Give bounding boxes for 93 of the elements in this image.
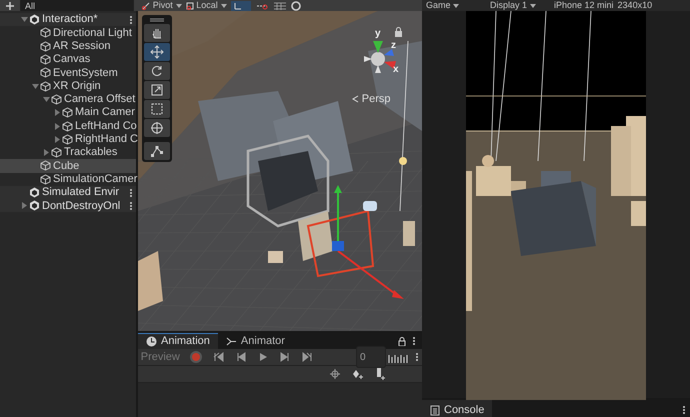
cube-icon — [51, 94, 62, 105]
expand-arrow-icon[interactable] — [31, 82, 40, 91]
add-event-icon[interactable] — [376, 368, 386, 380]
cube-icon — [51, 147, 62, 158]
cube-icon — [62, 107, 73, 118]
console-tab[interactable]: Console — [422, 400, 492, 417]
game-view-dropdown[interactable]: Game — [426, 0, 486, 11]
hierarchy-item[interactable]: AR Session — [0, 40, 136, 53]
lock-icon[interactable] — [394, 27, 403, 37]
cube-icon — [62, 120, 73, 132]
hierarchy-item[interactable]: Main Camer — [0, 106, 136, 120]
display-dropdown[interactable]: Display 1 — [490, 0, 550, 11]
grid-icon[interactable] — [272, 2, 287, 10]
panel-tab[interactable]: Animator — [218, 333, 293, 349]
tool-button[interactable] — [144, 142, 170, 160]
more-menu-icon[interactable] — [129, 201, 133, 212]
expand-arrow-icon[interactable] — [53, 122, 62, 131]
cube-icon — [40, 40, 51, 52]
perspective-icon — [352, 95, 359, 104]
tool-button[interactable] — [144, 24, 170, 42]
last-key-icon[interactable] — [300, 351, 313, 363]
cube-icon — [62, 134, 73, 145]
caret-icon — [176, 4, 182, 8]
unity-scene-icon — [29, 200, 40, 212]
rect-tool-icon — [149, 101, 165, 117]
panel-tab[interactable]: Animation — [138, 333, 218, 349]
expand-arrow-icon[interactable] — [53, 134, 62, 144]
hierarchy-item[interactable]: EventSystem — [0, 66, 136, 80]
hierarchy-item[interactable]: Cube — [0, 159, 136, 173]
cube-icon — [40, 27, 51, 38]
resolution-label: 2340x10 — [618, 0, 652, 11]
more-menu-icon[interactable] — [129, 188, 133, 198]
frame-field[interactable]: 0 — [356, 346, 386, 368]
expand-arrow-icon[interactable] — [20, 15, 29, 24]
snap-toggle-icon[interactable] — [230, 0, 251, 10]
hierarchy-item[interactable]: Canvas — [0, 52, 136, 66]
lock-icon[interactable] — [398, 336, 406, 346]
hierarchy-item[interactable]: DontDestroyOnl — [0, 199, 136, 212]
more-menu-icon[interactable] — [682, 405, 686, 415]
caret-icon — [220, 4, 227, 8]
tool-button[interactable] — [144, 119, 170, 137]
cube-icon — [40, 160, 51, 172]
hierarchy-item[interactable]: Simulated Envir — [0, 186, 136, 200]
hierarchy-item[interactable]: RightHand C — [0, 132, 136, 146]
unity-scene-icon — [29, 187, 40, 198]
more-menu-icon[interactable] — [412, 336, 416, 346]
cube-icon — [40, 174, 51, 185]
unity-scene-icon — [29, 14, 40, 26]
pivot-icon — [142, 2, 150, 10]
caret-icon — [530, 4, 536, 8]
axis-label: z — [391, 41, 396, 51]
hierarchy-item[interactable]: Directional Light — [0, 26, 136, 40]
move-icon — [149, 44, 165, 60]
expand-arrow-icon[interactable] — [20, 201, 29, 210]
tool-button[interactable] — [144, 81, 170, 99]
increment-snap-icon[interactable] — [254, 2, 269, 10]
key-filter-icon[interactable] — [330, 369, 340, 379]
scale-icon — [149, 82, 165, 98]
hierarchy-item[interactable]: LeftHand Co — [0, 119, 136, 133]
expand-arrow-icon[interactable] — [42, 94, 51, 104]
hierarchy-item[interactable]: Trackables — [0, 146, 136, 160]
animator-icon — [226, 336, 237, 346]
first-key-icon[interactable] — [212, 351, 225, 363]
clock-icon — [146, 336, 157, 347]
add-keyframe-icon[interactable] — [352, 369, 364, 379]
more-menu-icon[interactable] — [129, 15, 133, 25]
expand-arrow-icon[interactable] — [53, 108, 62, 118]
console-icon — [430, 404, 440, 416]
hierarchy-item[interactable]: SimulationCamer — [0, 172, 136, 186]
next-key-icon[interactable] — [278, 351, 291, 363]
cube-icon — [40, 67, 51, 78]
expand-arrow-icon[interactable] — [42, 148, 51, 158]
projection-toggle[interactable]: Persp — [352, 91, 390, 108]
pivot-dropdown[interactable]: Pivot — [142, 0, 182, 11]
tool-button[interactable] — [144, 100, 170, 118]
custom-tool-icon — [149, 143, 165, 159]
caret-icon — [453, 4, 460, 8]
local-dropdown[interactable]: Local — [186, 0, 227, 11]
device-dropdown[interactable]: iPhone 12 mini — [554, 0, 614, 11]
hierarchy-item[interactable]: XR Origin — [0, 79, 136, 93]
cube-icon — [40, 80, 51, 92]
search-field[interactable]: All — [20, 0, 134, 11]
transform-icon — [149, 120, 165, 136]
tool-button[interactable] — [144, 62, 170, 80]
cube-icon — [40, 54, 51, 66]
cube-icon — [186, 2, 194, 10]
previous-key-icon[interactable] — [234, 351, 247, 363]
tool-button[interactable] — [144, 43, 170, 61]
hierarchy-item[interactable]: Interaction* — [0, 13, 136, 26]
axis-label: x — [393, 65, 399, 75]
shading-icon[interactable] — [290, 0, 301, 10]
add-icon[interactable] — [4, 2, 16, 10]
hierarchy-item[interactable]: Camera Offset — [0, 92, 136, 106]
